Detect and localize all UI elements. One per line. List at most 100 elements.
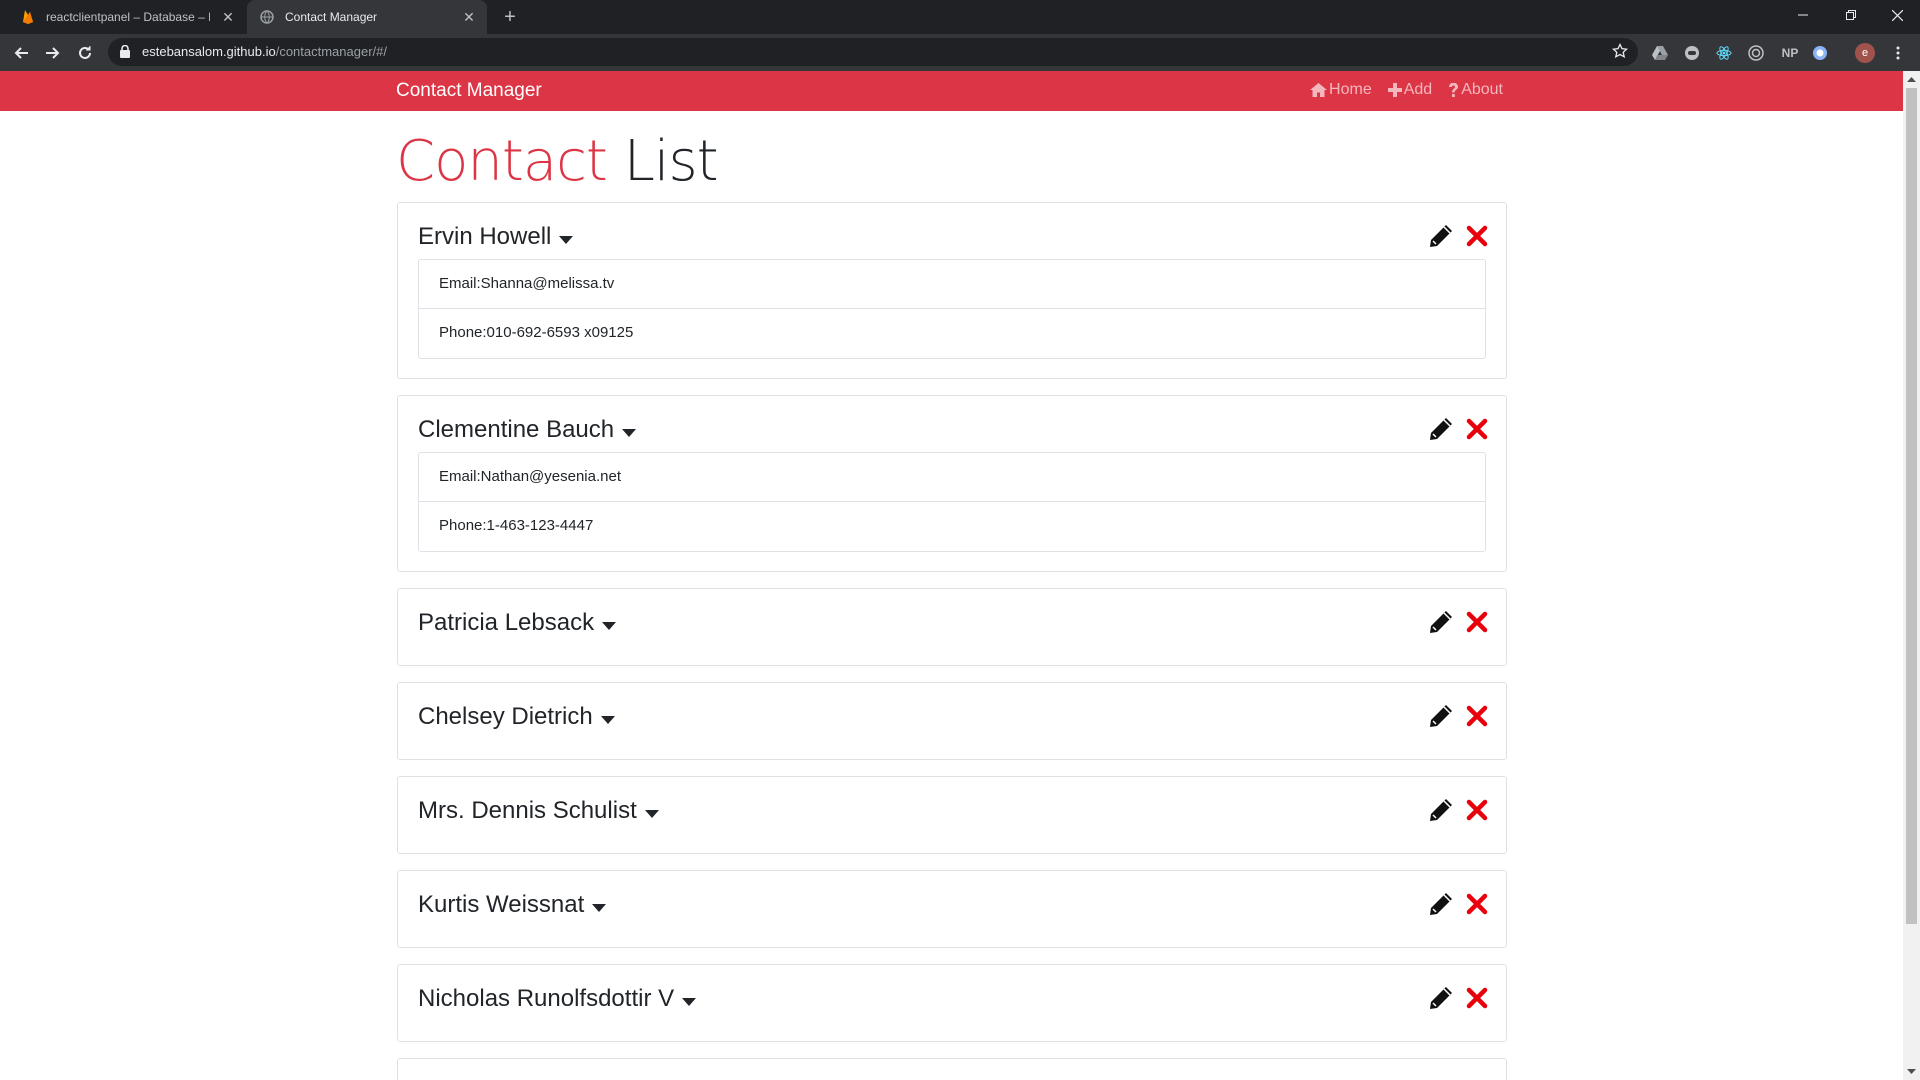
contact-header: Chelsey Dietrich <box>418 703 615 731</box>
caret-down-icon[interactable] <box>559 235 574 245</box>
contact-card: Chelsey Dietrich <box>397 682 1507 760</box>
pencil-icon[interactable] <box>1428 416 1454 442</box>
times-icon[interactable] <box>1466 987 1488 1009</box>
scrollbar-thumb[interactable] <box>1906 88 1917 924</box>
minimize-icon[interactable] <box>1780 0 1826 30</box>
contact-details-list: Email:Nathan@yesenia.net Phone:1-463-123… <box>418 452 1486 552</box>
contact-name: Chelsey Dietrich <box>418 703 593 730</box>
contact-card <box>397 1058 1507 1080</box>
tab-title: reactclientpanel – Database – Fir <box>46 10 210 24</box>
tab-reactclientpanel[interactable]: reactclientpanel – Database – Fir ✕ <box>8 0 246 34</box>
question-icon <box>1449 82 1459 97</box>
drive-extension-icon[interactable] <box>1651 44 1669 62</box>
nav-link-about[interactable]: About <box>1448 81 1503 99</box>
nav-link-home[interactable]: Home <box>1310 81 1372 99</box>
forward-icon[interactable] <box>40 40 66 66</box>
tab-title: Contact Manager <box>285 10 378 24</box>
new-tab-icon[interactable]: + <box>498 5 522 29</box>
contact-card: Nicholas Runolfsdottir V <box>397 964 1507 1042</box>
app-navbar: Contact Manager Home Add About <box>0 71 1903 111</box>
contact-details-list: Email:Shanna@melissa.tv Phone:010-692-65… <box>418 259 1486 359</box>
contact-phone: Phone:010-692-6593 x09125 <box>439 324 634 341</box>
restore-icon[interactable] <box>1828 0 1874 30</box>
pencil-icon[interactable] <box>1428 985 1454 1011</box>
np-extension-icon[interactable]: NP <box>1779 44 1801 62</box>
times-icon[interactable] <box>1466 225 1488 247</box>
browser-toolbar: estebansalom.github.io/contactmanager/#/… <box>0 34 1920 71</box>
contact-header: Kurtis Weissnat <box>418 891 607 919</box>
page-viewport: Contact Manager Home Add About Contact L… <box>0 71 1920 1080</box>
nav-link-add[interactable]: Add <box>1387 81 1433 99</box>
profile-avatar[interactable]: e <box>1855 43 1875 63</box>
tab-contact-manager[interactable]: Contact Manager ✕ <box>247 0 487 34</box>
back-icon[interactable] <box>8 40 34 66</box>
page-title: Contact List <box>396 129 719 194</box>
contact-header: Patricia Lebsack <box>418 609 617 637</box>
page-scrollbar[interactable] <box>1903 71 1920 1080</box>
reload-icon[interactable] <box>72 40 98 66</box>
pencil-icon[interactable] <box>1428 797 1454 823</box>
plus-icon <box>1387 83 1402 97</box>
contact-email: Email:Nathan@yesenia.net <box>419 453 1485 502</box>
times-icon[interactable] <box>1466 893 1488 915</box>
times-icon[interactable] <box>1466 418 1488 440</box>
caret-down-icon[interactable] <box>682 997 697 1007</box>
lock-icon <box>120 44 130 63</box>
nav-link-label: Home <box>1329 81 1372 98</box>
contact-header: Nicholas Runolfsdottir V <box>418 985 697 1013</box>
url-host: estebansalom.github.io <box>142 44 276 59</box>
contact-name: Ervin Howell <box>418 223 552 250</box>
pencil-icon[interactable] <box>1428 703 1454 729</box>
contact-name: Clementine Bauch <box>418 416 615 443</box>
contact-card: Kurtis Weissnat <box>397 870 1507 948</box>
tab-close-icon[interactable]: ✕ <box>461 9 477 25</box>
contact-card: Clementine Bauch Email:Nathan@yesenia.ne… <box>397 395 1507 572</box>
scroll-down-icon[interactable] <box>1907 1067 1916 1076</box>
caret-down-icon[interactable] <box>602 621 617 631</box>
caret-down-icon[interactable] <box>622 428 637 438</box>
page-title-main: List <box>623 129 719 194</box>
contact-header: Clementine Bauch <box>418 416 637 444</box>
contact-header: Ervin Howell <box>418 223 574 251</box>
react-devtools-icon[interactable] <box>1715 44 1733 62</box>
url-text: estebansalom.github.io/contactmanager/#/ <box>142 44 387 59</box>
contact-name: Kurtis Weissnat <box>418 891 585 918</box>
browser-tab-strip: reactclientpanel – Database – Fir ✕ Cont… <box>0 0 1920 34</box>
navbar-brand[interactable]: Contact Manager <box>396 80 542 102</box>
contact-phone: Phone:1-463-123-4447 <box>439 517 594 534</box>
nav-link-label: About <box>1461 81 1503 98</box>
tab-close-icon[interactable]: ✕ <box>220 9 236 25</box>
contact-name: Patricia Lebsack <box>418 609 595 636</box>
scroll-up-icon[interactable] <box>1907 75 1916 84</box>
url-path: /contactmanager/#/ <box>275 44 387 59</box>
contact-card: Ervin Howell Email:Shanna@melissa.tv Pho… <box>397 202 1507 379</box>
firebase-icon <box>20 9 36 25</box>
contact-email: Email:Shanna@melissa.tv <box>419 260 1485 309</box>
menu-kebab-icon[interactable] <box>1889 44 1907 62</box>
navbar-links: Home Add About <box>1310 81 1503 99</box>
address-bar[interactable]: estebansalom.github.io/contactmanager/#/ <box>108 38 1638 66</box>
close-window-icon[interactable] <box>1874 0 1920 30</box>
globe-icon <box>259 9 275 25</box>
contact-card: Patricia Lebsack <box>397 588 1507 666</box>
times-icon[interactable] <box>1466 705 1488 727</box>
contact-card: Mrs. Dennis Schulist <box>397 776 1507 854</box>
times-icon[interactable] <box>1466 611 1488 633</box>
contact-name: Nicholas Runolfsdottir V <box>418 985 675 1012</box>
nav-link-label: Add <box>1403 81 1433 98</box>
extension-circle-icon[interactable] <box>1683 44 1701 62</box>
extension-blue-icon[interactable] <box>1811 44 1829 62</box>
pencil-icon[interactable] <box>1428 609 1454 635</box>
pencil-icon[interactable] <box>1428 891 1454 917</box>
bookmark-star-icon[interactable] <box>1611 42 1629 64</box>
contact-name: Mrs. Dennis Schulist <box>418 797 637 824</box>
pencil-icon[interactable] <box>1428 223 1454 249</box>
target-extension-icon[interactable] <box>1747 44 1765 62</box>
caret-down-icon[interactable] <box>644 809 659 819</box>
home-icon <box>1310 83 1328 97</box>
caret-down-icon[interactable] <box>600 715 615 725</box>
times-icon[interactable] <box>1466 799 1488 821</box>
caret-down-icon[interactable] <box>592 903 607 913</box>
contact-header: Mrs. Dennis Schulist <box>418 797 659 825</box>
page-title-accent: Contact <box>396 129 608 194</box>
